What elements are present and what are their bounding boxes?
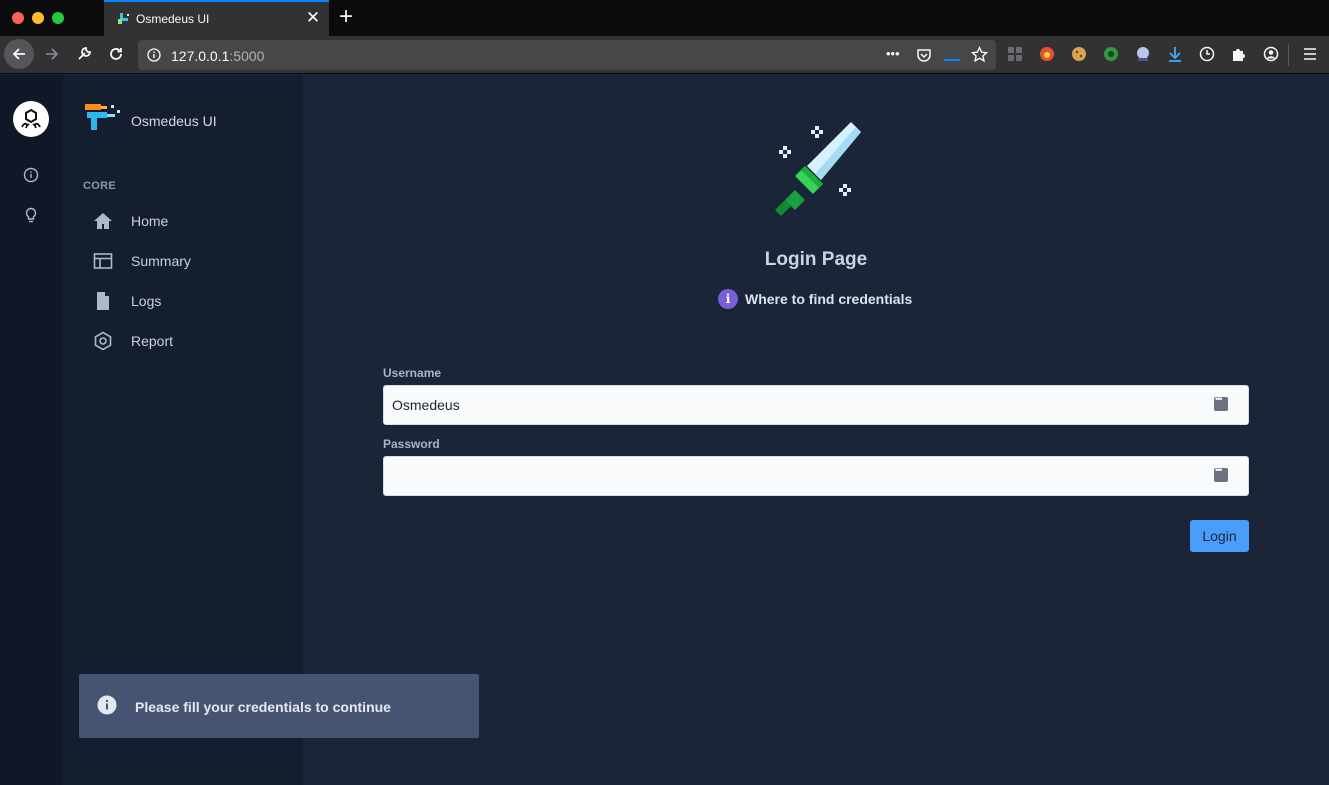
toolbar-divider <box>1288 44 1289 66</box>
url-host: 127.0.0.1 <box>171 48 230 64</box>
cookie-icon[interactable] <box>1071 46 1087 62</box>
url-bar[interactable]: 127.0.0.1:5000 ••• <box>138 40 996 70</box>
sword-icon <box>775 122 861 216</box>
page-actions-icon[interactable]: ••• <box>886 46 900 61</box>
arrow-left-icon <box>12 48 25 60</box>
password-field[interactable] <box>383 456 1249 496</box>
extension-globe-icon[interactable] <box>1135 46 1151 62</box>
tab-favicon-icon <box>118 13 129 24</box>
login-button[interactable]: Login <box>1190 520 1249 552</box>
info-circle-icon[interactable] <box>147 48 161 62</box>
reload-button[interactable] <box>101 39 131 69</box>
app-logo-icon[interactable] <box>13 101 49 137</box>
credentials-help-link[interactable]: i Where to find credentials <box>718 289 912 309</box>
password-manager-icon[interactable] <box>1214 465 1228 482</box>
sidebar-item-label: Report <box>131 333 174 349</box>
account-icon[interactable] <box>1263 46 1279 62</box>
wrench-icon <box>78 47 91 60</box>
toast-message: Please fill your credentials to continue <box>135 699 391 715</box>
bookmark-star-icon[interactable] <box>971 46 988 63</box>
browser-nav-bar: 127.0.0.1:5000 ••• <box>0 36 1329 74</box>
section-label-core: CORE <box>83 180 116 192</box>
back-button[interactable] <box>4 39 34 69</box>
sidebar-item-report[interactable]: Report <box>83 323 283 359</box>
reader-mode-icon[interactable] <box>944 59 960 61</box>
browser-tab[interactable]: Osmedeus UI ✕ <box>104 0 329 36</box>
pocket-icon[interactable] <box>916 47 932 63</box>
browser-tab-bar: Osmedeus UI ✕ + <box>0 0 1329 36</box>
hexagon-icon <box>94 331 112 351</box>
file-icon <box>97 292 109 310</box>
icon-rail <box>0 75 63 785</box>
extension-green-icon[interactable] <box>1103 46 1119 62</box>
info-icon[interactable] <box>23 167 39 183</box>
brand-logo[interactable] <box>83 103 123 133</box>
customize-button[interactable] <box>69 39 99 69</box>
tab-title: Osmedeus UI <box>136 12 210 26</box>
app-root: Osmedeus UI CORE Home Summary Logs Repor… <box>0 75 1329 785</box>
reload-icon <box>110 48 122 60</box>
sidebar-item-home[interactable]: Home <box>83 203 283 239</box>
maximize-window-button[interactable] <box>52 12 64 24</box>
username-label: Username <box>383 366 442 380</box>
tab-close-icon[interactable]: ✕ <box>305 8 321 28</box>
download-icon[interactable] <box>1167 46 1183 62</box>
url-text: 127.0.0.1:5000 <box>171 48 264 64</box>
sidebar-item-logs[interactable]: Logs <box>83 283 283 319</box>
lightbulb-icon[interactable] <box>23 207 39 223</box>
info-badge-icon: i <box>718 289 738 309</box>
page-title: Login Page <box>764 249 868 270</box>
toast-notification[interactable]: Please fill your credentials to continue <box>79 674 479 738</box>
credentials-help-text: Where to find credentials <box>745 291 913 307</box>
table-icon <box>93 253 113 269</box>
close-window-button[interactable] <box>12 12 24 24</box>
extension-grid-icon[interactable] <box>1007 46 1023 62</box>
brand-name[interactable]: Osmedeus UI <box>131 113 217 129</box>
water-gun-icon <box>85 104 120 130</box>
info-icon <box>97 695 117 715</box>
minimize-window-button[interactable] <box>32 12 44 24</box>
sidebar-item-summary[interactable]: Summary <box>83 243 283 279</box>
forward-button[interactable] <box>37 39 67 69</box>
url-port: :5000 <box>229 48 265 64</box>
puzzle-icon[interactable] <box>1231 46 1247 62</box>
home-icon <box>94 213 112 229</box>
new-tab-button[interactable]: + <box>336 3 356 31</box>
history-icon[interactable] <box>1199 46 1215 62</box>
password-manager-icon[interactable] <box>1214 394 1228 411</box>
sidebar-item-label: Logs <box>131 293 162 309</box>
hamburger-menu-icon[interactable] <box>1302 46 1318 62</box>
password-input[interactable] <box>384 457 1204 495</box>
sidebar-item-label: Summary <box>131 253 191 269</box>
arrow-right-icon <box>46 48 59 60</box>
extension-fox-icon[interactable] <box>1039 46 1055 62</box>
username-field[interactable] <box>383 385 1249 425</box>
password-label: Password <box>383 437 440 451</box>
username-input[interactable] <box>384 386 1204 424</box>
sidebar-item-label: Home <box>131 213 169 229</box>
